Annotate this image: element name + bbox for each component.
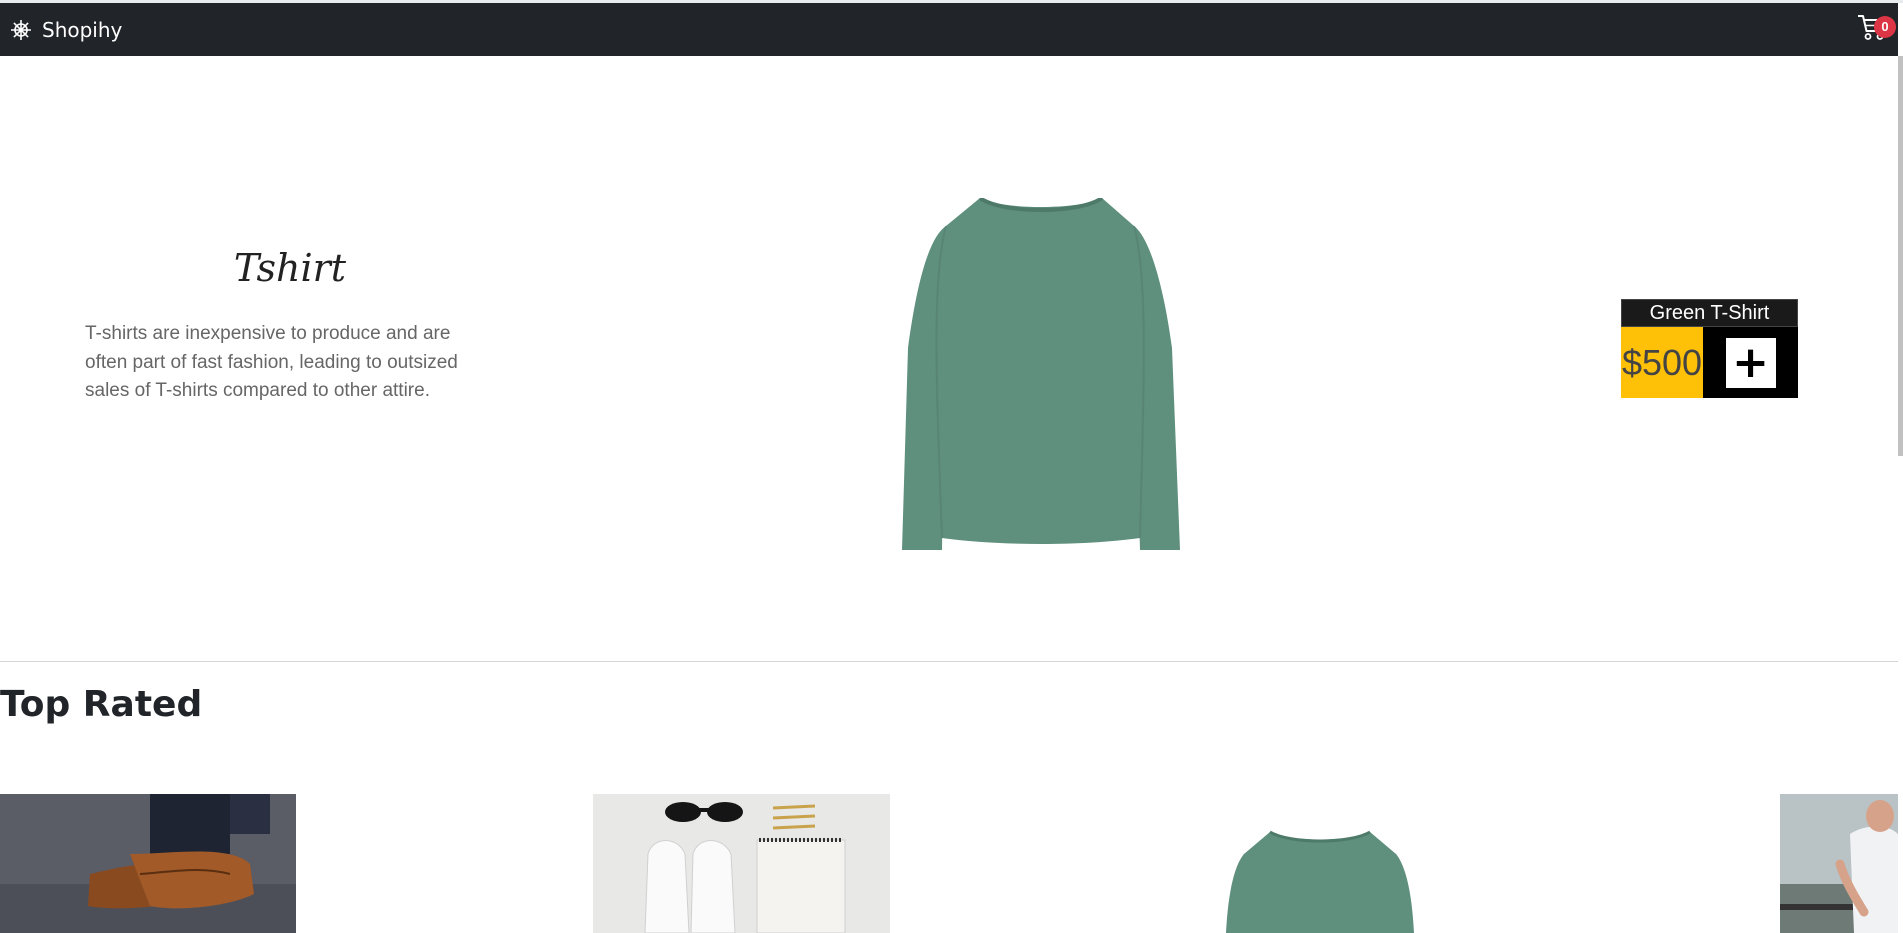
- product-card-brown-shoes[interactable]: [0, 794, 296, 933]
- hero-title: Tshirt: [233, 246, 347, 290]
- product-card-white-sneakers[interactable]: [593, 794, 890, 933]
- green-tshirt-image: [902, 196, 1180, 553]
- man-outdoor-photo: [1780, 794, 1898, 933]
- product-name: Green T-Shirt: [1621, 299, 1798, 327]
- cart-button[interactable]: 0: [1852, 10, 1896, 50]
- navbar: Shopihy 0: [0, 3, 1898, 56]
- product-card-man-outdoor[interactable]: [1780, 794, 1898, 933]
- hero-description: T-shirts are inexpensive to produce and …: [85, 323, 458, 401]
- white-sneakers-flatlay-photo: [593, 794, 890, 933]
- product-price-card: Green T-Shirt $500 +: [1621, 299, 1798, 398]
- ship-wheel-icon: [10, 19, 32, 41]
- green-tshirt-photo: [1180, 794, 1477, 933]
- product-card-green-tshirt[interactable]: [1180, 794, 1477, 933]
- top-rated-heading: Top Rated: [0, 684, 203, 725]
- section-divider: [0, 661, 1898, 662]
- product-price: $500: [1621, 327, 1703, 398]
- page-scrollbar[interactable]: [1898, 56, 1903, 456]
- add-to-cart-button[interactable]: +: [1725, 337, 1776, 388]
- cart-count-badge: 0: [1874, 15, 1896, 38]
- brown-shoes-photo: [0, 794, 296, 933]
- brand-link[interactable]: Shopihy: [10, 18, 122, 42]
- brand-name: Shopihy: [42, 17, 123, 42]
